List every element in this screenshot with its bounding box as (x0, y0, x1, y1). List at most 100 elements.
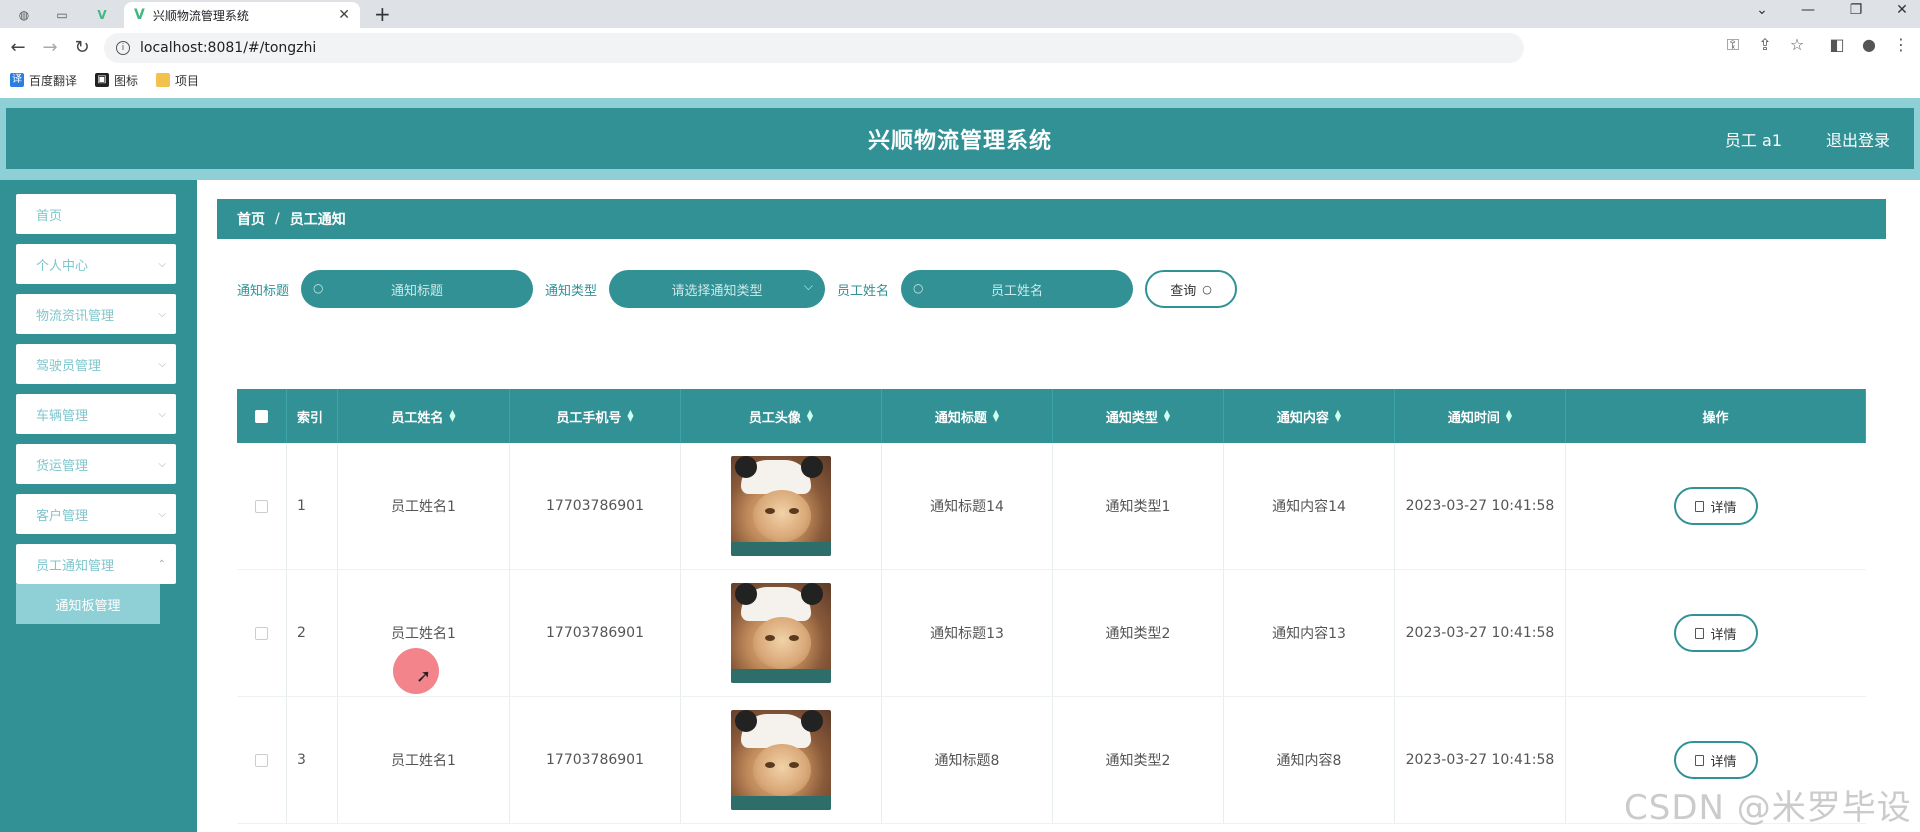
avatar-face-shape (753, 744, 811, 796)
table-row: 3 员工姓名1 17703786901 通知标题8 通知类型2 通知内容8 20… (237, 697, 1866, 824)
column-label: 员工手机号 (556, 410, 622, 426)
sidebar-item-label: 员工通知管理 (36, 558, 115, 574)
row-title: 通知标题13 (882, 570, 1053, 696)
sort-icon[interactable]: ▲ ▼ (449, 409, 455, 423)
bookmark-baidu-translate[interactable]: 译 百度翻译 (10, 72, 77, 89)
restore-icon[interactable]: ❐ (1846, 2, 1866, 18)
share-icon[interactable]: ⇪ (1754, 35, 1776, 54)
column-header-title[interactable]: 通知标题 ▲ ▼ (882, 389, 1053, 443)
row-checkbox[interactable] (255, 499, 268, 513)
url-field[interactable]: i localhost:8081/#/tongzhi (104, 33, 1524, 63)
column-header-content[interactable]: 通知内容 ▲ ▼ (1224, 389, 1395, 443)
detail-button[interactable]: 详情 (1674, 614, 1758, 652)
close-window-icon[interactable]: ✕ (1892, 2, 1912, 18)
type-select-placeholder: 请选择通知类型 (671, 283, 763, 299)
column-header-avatar[interactable]: 员工头像 ▲ ▼ (681, 389, 882, 443)
column-label: 通知时间 (1447, 410, 1500, 426)
column-header-type[interactable]: 通知类型 ▲ ▼ (1053, 389, 1224, 443)
sidebar-item-freight[interactable]: 货运管理 ⌵ (16, 444, 176, 484)
key-icon[interactable]: ⚿ (1722, 35, 1744, 55)
mouse-cursor-icon: ➚ (416, 666, 432, 687)
sidebar-item-vehicles[interactable]: 车辆管理 ⌵ (16, 394, 176, 434)
blank-tab-icon[interactable]: ▭ (48, 4, 76, 26)
reload-icon[interactable]: ↻ (72, 37, 92, 58)
breadcrumb-current: 员工通知 (289, 212, 346, 228)
query-button[interactable]: 查询 ○ (1145, 270, 1238, 308)
name-search-input[interactable]: ○ 员工姓名 (901, 270, 1134, 308)
profile-icon[interactable]: ● (1858, 35, 1880, 54)
name-search-placeholder: 员工姓名 (991, 283, 1044, 299)
sidebar-item-customers[interactable]: 客户管理 ⌵ (16, 494, 176, 534)
sidebar-item-drivers[interactable]: 驾驶员管理 ⌵ (16, 344, 176, 384)
title-search-input[interactable]: ○ 通知标题 (301, 270, 534, 308)
row-actions: 详情 (1566, 570, 1866, 696)
sort-icon[interactable]: ▲ ▼ (1506, 409, 1512, 423)
detail-button[interactable]: 详情 (1674, 487, 1758, 525)
sidebar-panel-icon[interactable]: ◧ (1826, 35, 1848, 54)
main-content: 首页 / 员工通知 通知标题 ○ 通知标题 通知类型 请选择通知类型 ⌵ 员工姓… (197, 180, 1915, 832)
avatar[interactable] (731, 583, 831, 683)
tab-search-icon[interactable]: ⌄ (1752, 2, 1772, 18)
column-label: 员工姓名 (391, 410, 444, 426)
sidebar-item-personal-center[interactable]: 个人中心 ⌵ (16, 244, 176, 284)
avatar-eye-shape (765, 762, 775, 768)
select-all-checkbox[interactable] (255, 409, 268, 423)
row-checkbox[interactable] (255, 626, 268, 640)
avatar-eye-shape (789, 635, 799, 641)
sort-icon[interactable]: ▲ ▼ (1335, 409, 1341, 423)
type-select[interactable]: 请选择通知类型 ⌵ (609, 270, 826, 308)
row-checkbox[interactable] (255, 753, 268, 767)
forward-icon[interactable]: → (40, 37, 60, 58)
sidebar-subitem-notice-board[interactable]: 通知板管理 (16, 584, 160, 624)
chevron-down-icon: ⌵ (158, 408, 166, 420)
image-icon: ▣ (95, 73, 110, 87)
bookmark-icons[interactable]: ▣ 图标 (95, 72, 138, 89)
sidebar: 首页 个人中心 ⌵ 物流资讯管理 ⌵ 驾驶员管理 ⌵ 车辆管理 ⌵ 货运管理 ⌵… (0, 180, 197, 832)
back-icon[interactable]: ← (8, 37, 28, 58)
sort-icon[interactable]: ▲ ▼ (1164, 409, 1170, 423)
sidebar-item-staff-notice[interactable]: 员工通知管理 ⌃ (16, 544, 176, 584)
row-type: 通知类型1 (1053, 443, 1224, 569)
vue-tab-icon[interactable]: V (88, 4, 116, 26)
vue-logo-icon: V (134, 7, 145, 23)
sidebar-item-label: 车辆管理 (36, 408, 89, 424)
sidebar-item-home[interactable]: 首页 (16, 194, 176, 234)
sidebar-item-logistics-news[interactable]: 物流资讯管理 ⌵ (16, 294, 176, 334)
browser-tab-bar: ◍ ▭ V V 兴顺物流管理系统 ✕ + ⌄ — ❐ ✕ (0, 0, 1920, 28)
sort-icon[interactable]: ▲ ▼ (807, 409, 813, 423)
column-header-name[interactable]: 员工姓名 ▲ ▼ (338, 389, 510, 443)
column-header-phone[interactable]: 员工手机号 ▲ ▼ (510, 389, 681, 443)
avatar-ear-shape (735, 583, 757, 605)
filter-title-label: 通知标题 (237, 283, 290, 299)
row-avatar-cell (681, 697, 882, 823)
close-tab-icon[interactable]: ✕ (338, 7, 350, 23)
avatar-ear-shape (801, 710, 823, 732)
bookmark-star-icon[interactable]: ☆ (1786, 35, 1808, 54)
column-label: 索引 (297, 410, 324, 426)
more-menu-icon[interactable]: ⋮ (1890, 35, 1912, 54)
minimize-icon[interactable]: — (1798, 2, 1818, 18)
breadcrumb-home[interactable]: 首页 (237, 209, 265, 229)
globe-icon[interactable]: ◍ (10, 4, 38, 26)
breadcrumb: 首页 / 员工通知 (217, 199, 1886, 239)
row-phone: 17703786901 (510, 570, 681, 696)
browser-active-tab[interactable]: V 兴顺物流管理系统 ✕ (124, 2, 360, 28)
avatar[interactable] (731, 710, 831, 810)
new-tab-icon[interactable]: + (374, 2, 391, 26)
logout-button[interactable]: 退出登录 (1826, 127, 1890, 151)
avatar-eye-shape (789, 508, 799, 514)
detail-button[interactable]: 详情 (1674, 741, 1758, 779)
app-header: 兴顺物流管理系统 员工 a1 退出登录 (6, 108, 1914, 169)
avatar-base-shape (731, 542, 831, 556)
sidebar-subitem-label: 通知板管理 (55, 598, 121, 614)
column-header-time[interactable]: 通知时间 ▲ ▼ (1395, 389, 1566, 443)
column-header-actions: 操作 (1566, 389, 1866, 443)
chevron-down-icon: ⌵ (158, 258, 166, 270)
sort-icon[interactable]: ▲ ▼ (993, 409, 999, 423)
row-select-cell (237, 443, 287, 569)
column-label: 通知标题 (934, 410, 987, 426)
bookmark-project[interactable]: 项目 (156, 72, 199, 89)
avatar[interactable] (731, 456, 831, 556)
site-info-icon[interactable]: i (116, 41, 130, 55)
sort-icon[interactable]: ▲ ▼ (627, 409, 633, 423)
